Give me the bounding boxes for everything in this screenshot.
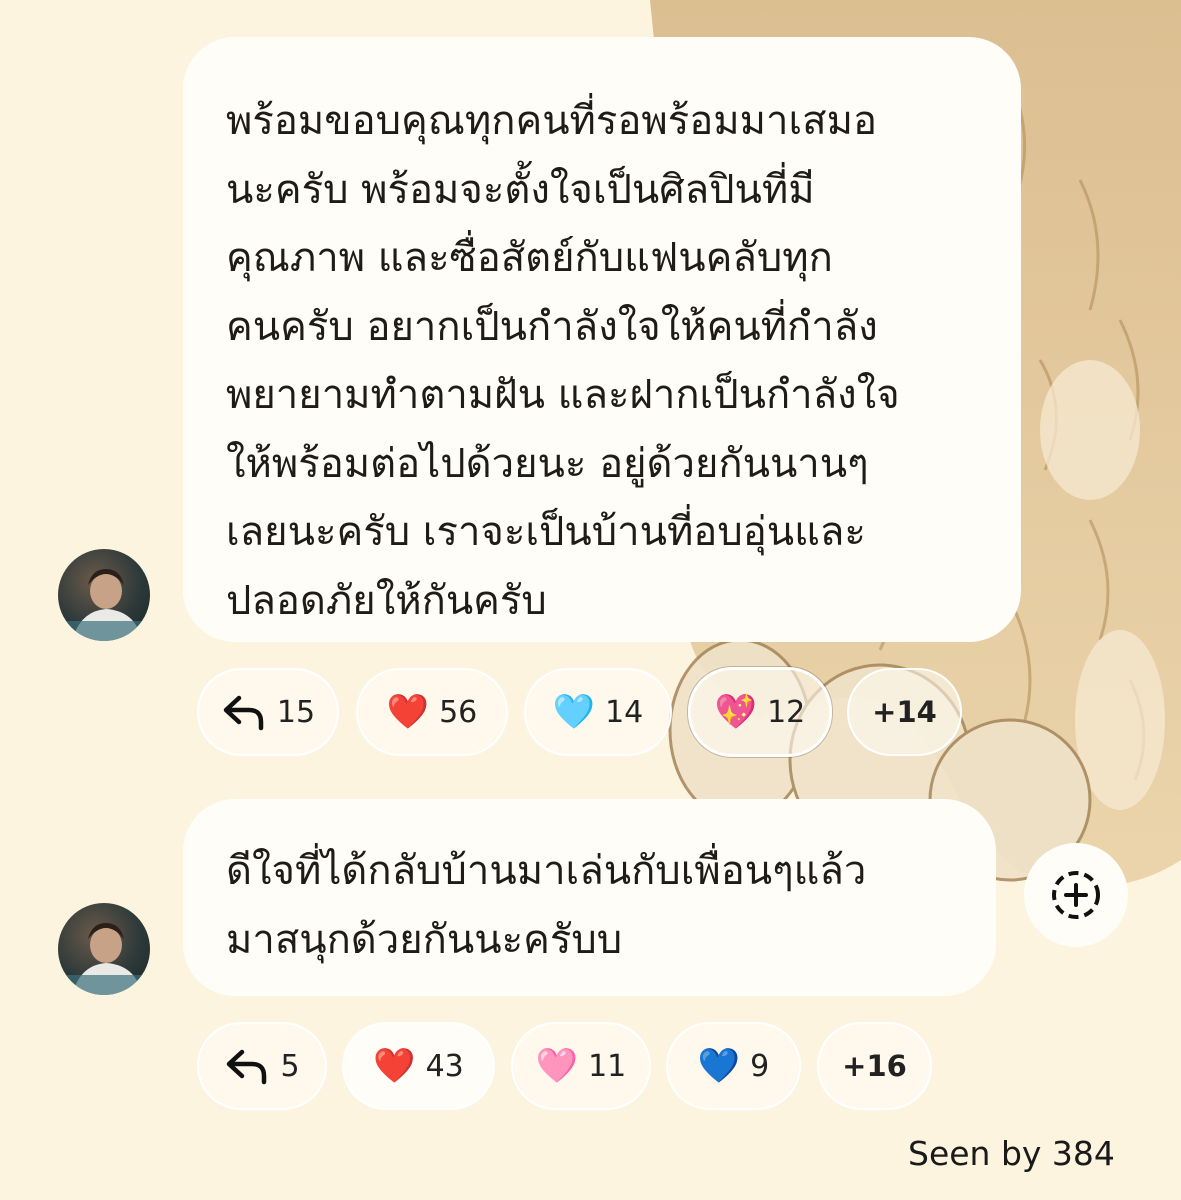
reaction-count: 56 (439, 694, 478, 730)
message-text-line: พร้อมขอบคุณทุกคนที่รอพร้อมมาเสมอ (226, 98, 877, 144)
reaction-count: 14 (605, 694, 644, 730)
message-text-line: คุณภาพ และซื่อสัตย์กับแฟนคลับทุก (226, 235, 833, 281)
more-reactions-count: +16 (842, 1049, 907, 1083)
seen-by-count[interactable]: Seen by 384 (908, 1134, 1115, 1173)
add-reaction-button[interactable] (1024, 843, 1128, 947)
reply-arrow-icon (227, 1049, 267, 1085)
message-text-line: พยายามทำตามฝัน และฝากเป็นกำลังใจ (226, 372, 900, 418)
pink-heart-icon: 🩷 (535, 1046, 579, 1086)
sparkling-heart-icon: 💖 (714, 692, 758, 732)
reply-arrow-icon (223, 695, 264, 731)
reaction-pink-heart-button[interactable]: 🩷 11 (511, 1022, 651, 1110)
message-text-line: ดีใจที่ได้กลับบ้านมาเล่นกับเพื่อนๆแล้ว (226, 848, 867, 894)
reaction-red-heart-button[interactable]: ❤️ 56 (356, 668, 508, 756)
reply-count-button[interactable]: 5 (197, 1022, 327, 1110)
more-reactions-button[interactable]: +14 (847, 668, 962, 756)
message-text-line: คนครับ อยากเป็นกำลังใจให้คนที่กำลัง (226, 303, 878, 350)
message-bubble[interactable]: ดีใจที่ได้กลับบ้านมาเล่นกับเพื่อนๆแล้ว ม… (183, 799, 996, 996)
reaction-sparkling-heart-button[interactable]: 💖 12 (688, 667, 832, 757)
avatar-photo-icon (58, 923, 150, 995)
light-blue-heart-icon: 🩵 (552, 692, 596, 732)
message-text-line: ให้พร้อมต่อไปด้วยนะ อยู่ด้วยกันนานๆ (226, 440, 869, 487)
reaction-light-blue-heart-button[interactable]: 🩵 14 (524, 668, 672, 756)
reply-count: 15 (276, 694, 316, 730)
reaction-count: 11 (588, 1048, 627, 1084)
reaction-red-heart-button[interactable]: ❤️ 43 (342, 1022, 495, 1110)
sender-avatar[interactable] (58, 903, 150, 995)
message-text-line: เลยนะครับ เราจะเป็นบ้านที่อบอุ่นและ (226, 509, 866, 555)
message-text-line: มาสนุกด้วยกันนะครับบ (226, 916, 623, 963)
message-text-line: ปลอดภัยให้กันครับ (226, 577, 547, 624)
blue-heart-icon: 💙 (697, 1046, 741, 1086)
message-text-line: นะครับ พร้อมจะตั้งใจเป็นศิลปินที่มี (226, 166, 815, 213)
more-reactions-count: +14 (872, 695, 937, 729)
reaction-count: 43 (425, 1048, 464, 1084)
reaction-count: 9 (750, 1048, 770, 1084)
reply-count: 5 (280, 1048, 300, 1084)
avatar-photo-icon (58, 569, 150, 641)
sender-avatar[interactable] (58, 549, 150, 641)
more-reactions-button[interactable]: +16 (817, 1022, 932, 1110)
add-reaction-icon (1052, 871, 1100, 919)
reply-count-button[interactable]: 15 (197, 668, 339, 756)
reaction-blue-heart-button[interactable]: 💙 9 (666, 1022, 801, 1110)
red-heart-icon: ❤️ (386, 692, 430, 732)
red-heart-icon: ❤️ (373, 1046, 416, 1086)
message-bubble[interactable]: พร้อมขอบคุณทุกคนที่รอพร้อมมาเสมอ นะครับ … (183, 37, 1021, 642)
reaction-count: 12 (767, 694, 806, 730)
